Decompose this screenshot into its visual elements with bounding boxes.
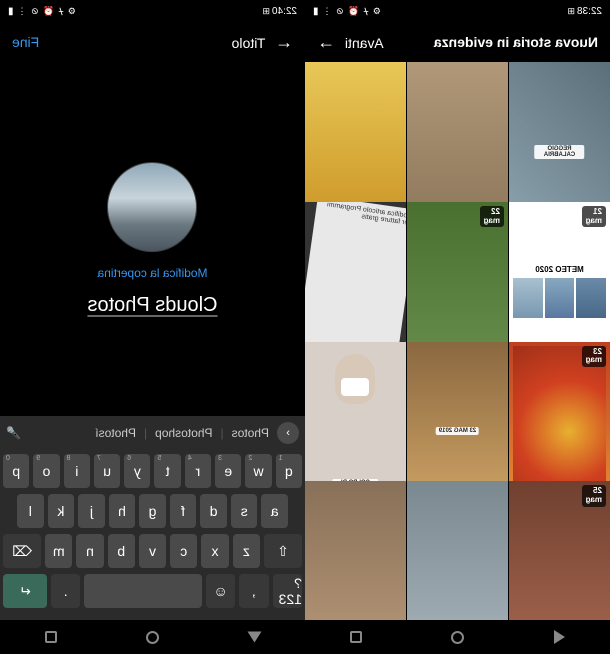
highlight-cover-image[interactable]: [108, 162, 198, 252]
emoji-key[interactable]: ☺: [206, 574, 235, 608]
status-icons-left: ⊞: [261, 6, 270, 17]
key-d[interactable]: d: [200, 494, 227, 528]
date-badge: 25mag: [582, 485, 606, 507]
key-o[interactable]: o9: [33, 454, 59, 488]
key-a[interactable]: a: [261, 494, 288, 528]
android-nav-bar: [305, 620, 610, 654]
key-l[interactable]: l: [17, 494, 44, 528]
key-i[interactable]: i8: [64, 454, 90, 488]
key-z[interactable]: z: [233, 534, 260, 568]
key-j[interactable]: j: [78, 494, 105, 528]
edit-cover-link[interactable]: Modifica la copertina: [97, 266, 207, 280]
nav-recent-button[interactable]: [348, 629, 364, 645]
keyboard-suggestion-bar: › Photos | Photoshop | Photosí 🎤: [0, 416, 305, 450]
enter-key[interactable]: ↵: [3, 574, 47, 608]
status-bar: 22:38 ⊞ ⚙ ᚋ ⏰ ⊘ ⋮ ▮: [305, 0, 610, 22]
story-tile[interactable]: [305, 481, 406, 620]
suggestion-expand-icon[interactable]: ›: [277, 422, 299, 444]
key-c[interactable]: c: [170, 534, 197, 568]
comma-key[interactable]: ,: [239, 574, 268, 608]
story-tile[interactable]: [407, 481, 508, 620]
key-v[interactable]: v: [139, 534, 166, 568]
nav-home-button[interactable]: [450, 629, 466, 645]
cover-edit-area: Modifica la copertina Clouds Photos: [0, 62, 305, 416]
key-e[interactable]: e3: [215, 454, 241, 488]
mic-icon[interactable]: 🎤: [6, 426, 21, 440]
done-button[interactable]: Fine: [12, 34, 39, 50]
key-m[interactable]: m: [45, 534, 72, 568]
page-title: Nuova storia in evidenza: [384, 34, 598, 50]
symbols-key[interactable]: ?123: [273, 574, 302, 608]
key-b[interactable]: b: [108, 534, 135, 568]
period-key[interactable]: .: [51, 574, 80, 608]
nav-home-button[interactable]: [145, 629, 161, 645]
date-badge: 23mag: [582, 346, 606, 368]
status-time: 22:40: [272, 6, 297, 17]
key-g[interactable]: g: [139, 494, 166, 528]
story-selection-screen: 22:38 ⊞ ⚙ ᚋ ⏰ ⊘ ⋮ ▮ Nuova storia in evid…: [305, 0, 610, 654]
suggestion-word[interactable]: Photoshop: [155, 426, 212, 440]
date-badge: 22mag: [480, 206, 504, 228]
date-badge: 21mag: [582, 206, 606, 228]
key-y[interactable]: y6: [124, 454, 150, 488]
story-tile[interactable]: 25mag: [509, 481, 610, 620]
key-q[interactable]: q1: [276, 454, 302, 488]
highlight-title-input[interactable]: Clouds Photos: [87, 294, 217, 317]
status-icons-right: ⚙ ᚋ ⏰ ⊘ ⋮: [322, 6, 381, 17]
arrow-right-icon: →: [317, 32, 335, 52]
key-k[interactable]: k: [48, 494, 75, 528]
backspace-key[interactable]: ⌫: [3, 534, 41, 568]
status-icons-right: ⚙ ᚋ ⏰ ⊘ ⋮: [17, 6, 76, 17]
key-n[interactable]: n: [76, 534, 103, 568]
key-w[interactable]: w2: [245, 454, 271, 488]
space-key[interactable]: [84, 574, 201, 608]
key-t[interactable]: t5: [155, 454, 181, 488]
suggestion-word[interactable]: Photosí: [95, 426, 136, 440]
keyboard: q1w2e3r4t5y6u7i8o9p0 asdfghjkl ⇧zxcvbnm⌫…: [0, 450, 305, 620]
arrow-left-icon: ←: [275, 32, 293, 52]
shift-key[interactable]: ⇧: [264, 534, 302, 568]
status-bar: 22:40 ⊞ ⚙ ᚋ ⏰ ⊘ ⋮ ▮: [0, 0, 305, 22]
next-button[interactable]: Avanti →: [317, 32, 384, 53]
nav-recent-button[interactable]: [43, 629, 59, 645]
key-f[interactable]: f: [170, 494, 197, 528]
key-p[interactable]: p0: [3, 454, 29, 488]
key-x[interactable]: x: [201, 534, 228, 568]
android-nav-bar: [0, 620, 305, 654]
battery-icon: ▮: [8, 6, 14, 17]
highlight-title-screen: 22:40 ⊞ ⚙ ᚋ ⏰ ⊘ ⋮ ▮ ← Titolo Fine Modifi…: [0, 0, 305, 654]
app-header: Nuova storia in evidenza Avanti →: [305, 22, 610, 62]
key-u[interactable]: u7: [94, 454, 120, 488]
app-header: ← Titolo Fine: [0, 22, 305, 62]
battery-icon: ▮: [313, 6, 319, 17]
status-icons-left: ⊞: [566, 6, 575, 17]
status-time: 22:38: [577, 6, 602, 17]
key-h[interactable]: h: [109, 494, 136, 528]
stories-grid: REGGIO CALABRIAMETEO 202021mag22magModif…: [305, 62, 610, 620]
back-button[interactable]: ← Titolo: [232, 32, 293, 53]
key-s[interactable]: s: [231, 494, 258, 528]
nav-back-button[interactable]: [551, 629, 567, 645]
nav-back-button[interactable]: [246, 629, 262, 645]
suggestion-word[interactable]: Photos: [232, 426, 269, 440]
key-r[interactable]: r4: [185, 454, 211, 488]
